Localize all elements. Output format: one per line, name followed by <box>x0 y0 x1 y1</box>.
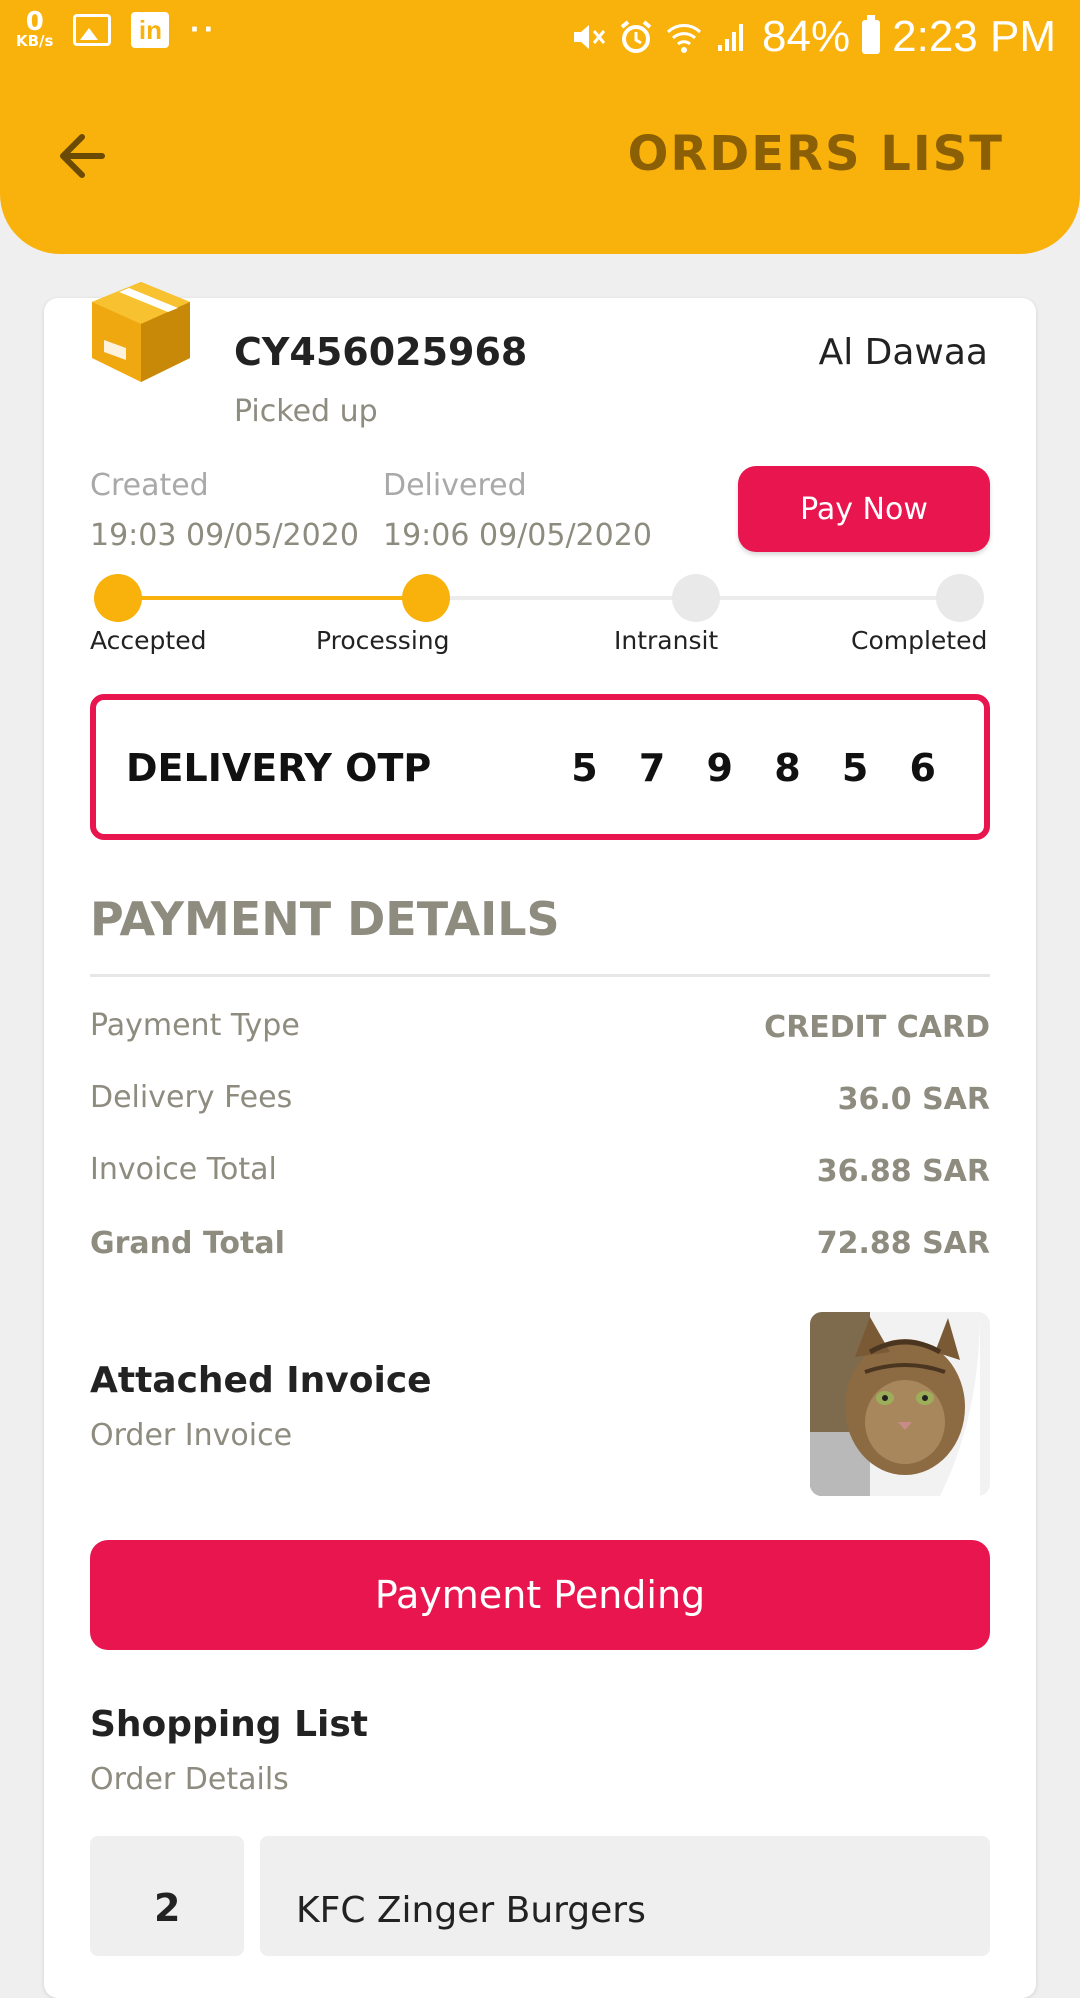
grand-total-value: 72.88 SAR <box>816 1226 990 1261</box>
invoice-thumbnail[interactable] <box>810 1312 990 1496</box>
attached-invoice-subtitle: Order Invoice <box>90 1418 293 1453</box>
payment-type-label: Payment Type <box>90 1008 300 1043</box>
clock: 2:23 PM <box>892 12 1056 61</box>
pay-now-button[interactable]: Pay Now <box>738 466 990 552</box>
step-dot-intransit <box>672 574 720 622</box>
status-bar: 0 KB/s in ·· 84% 2:23 PM <box>0 0 1080 74</box>
step-label-completed: Completed <box>851 626 988 655</box>
store-name: Al Dawaa <box>818 332 988 373</box>
gallery-icon <box>73 13 112 46</box>
alarm-icon <box>620 20 652 53</box>
more-notifications-icon: ·· <box>189 14 218 45</box>
delivered-label: Delivered <box>383 468 527 503</box>
battery-icon <box>862 15 881 54</box>
step-dot-processing <box>402 574 450 622</box>
step-label-accepted: Accepted <box>90 626 207 655</box>
network-speed: 0 KB/s <box>16 7 54 50</box>
step-label-processing: Processing <box>316 626 450 655</box>
linkedin-icon: in <box>131 11 170 48</box>
mute-icon <box>574 25 606 49</box>
delivery-otp-value: 5 7 9 8 5 6 <box>571 746 950 790</box>
invoice-total-value: 36.88 SAR <box>816 1154 990 1189</box>
signal-icon <box>718 24 744 51</box>
item-quantity: 2 <box>154 1886 181 1930</box>
order-status: Picked up <box>234 394 378 429</box>
delivery-fees-value: 36.0 SAR <box>837 1082 990 1117</box>
payment-details-title: PAYMENT DETAILS <box>90 892 560 946</box>
payment-pending-button[interactable]: Payment Pending <box>90 1540 990 1650</box>
step-dot-accepted <box>94 574 142 622</box>
invoice-total-label: Invoice Total <box>90 1152 277 1187</box>
divider <box>90 974 990 977</box>
created-label: Created <box>90 468 209 503</box>
progress-line-done <box>118 596 426 600</box>
delivered-value: 19:06 09/05/2020 <box>383 518 652 553</box>
attached-invoice-title: Attached Invoice <box>90 1360 432 1401</box>
item-name: KFC Zinger Burgers <box>296 1890 646 1931</box>
step-label-intransit: Intransit <box>614 626 719 655</box>
page-title: ORDERS LIST <box>627 126 1004 182</box>
shopping-list-title: Shopping List <box>90 1704 369 1745</box>
step-dot-completed <box>936 574 984 622</box>
payment-type-value: CREDIT CARD <box>764 1010 990 1045</box>
grand-total-label: Grand Total <box>90 1226 285 1261</box>
wifi-icon <box>667 24 702 53</box>
shopping-list-subtitle: Order Details <box>90 1762 289 1797</box>
back-arrow-icon[interactable] <box>52 126 112 186</box>
delivery-otp-label: DELIVERY OTP <box>126 746 432 790</box>
battery-percent: 84% <box>762 12 851 61</box>
delivery-fees-label: Delivery Fees <box>90 1080 293 1115</box>
order-id: CY456025968 <box>234 330 528 374</box>
package-icon <box>92 282 190 382</box>
created-value: 19:03 09/05/2020 <box>90 518 359 553</box>
